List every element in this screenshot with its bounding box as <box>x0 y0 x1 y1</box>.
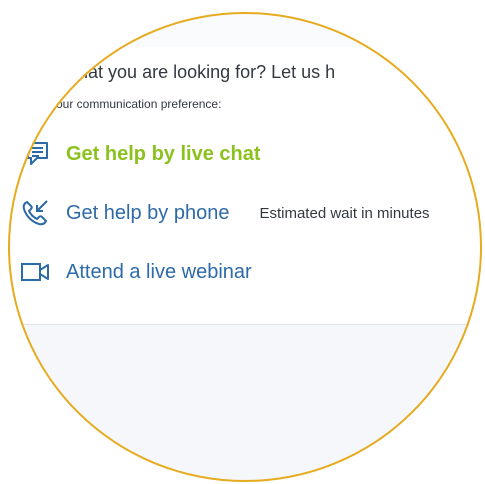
top-strip <box>8 12 482 48</box>
live-chat-link[interactable]: Get help by live chat <box>66 143 261 166</box>
video-camera-icon <box>18 255 52 289</box>
preference-prompt: e your communication preference: <box>40 97 222 111</box>
chat-icon <box>18 137 52 171</box>
phone-icon <box>18 196 52 230</box>
phone-link[interactable]: Get help by phone <box>66 202 229 225</box>
webinar-option[interactable]: Attend a live webinar <box>18 255 252 289</box>
magnifier-lens: nd what you are looking for? Let us h e … <box>8 12 482 482</box>
help-headline: nd what you are looking for? Let us h <box>40 62 336 82</box>
phone-option[interactable]: Get help by phone Estimated wait in minu… <box>18 196 430 230</box>
estimated-wait-text: Estimated wait in minutes <box>259 204 430 222</box>
help-panel: nd what you are looking for? Let us h e … <box>8 12 482 482</box>
live-chat-option[interactable]: Get help by live chat <box>18 137 261 171</box>
zoom-stage: nd what you are looking for? Let us h e … <box>0 0 485 484</box>
contact-options-section: nd what you are looking for? Let us h e … <box>8 47 482 324</box>
webinar-link[interactable]: Attend a live webinar <box>66 261 252 284</box>
footer-area <box>8 324 482 482</box>
